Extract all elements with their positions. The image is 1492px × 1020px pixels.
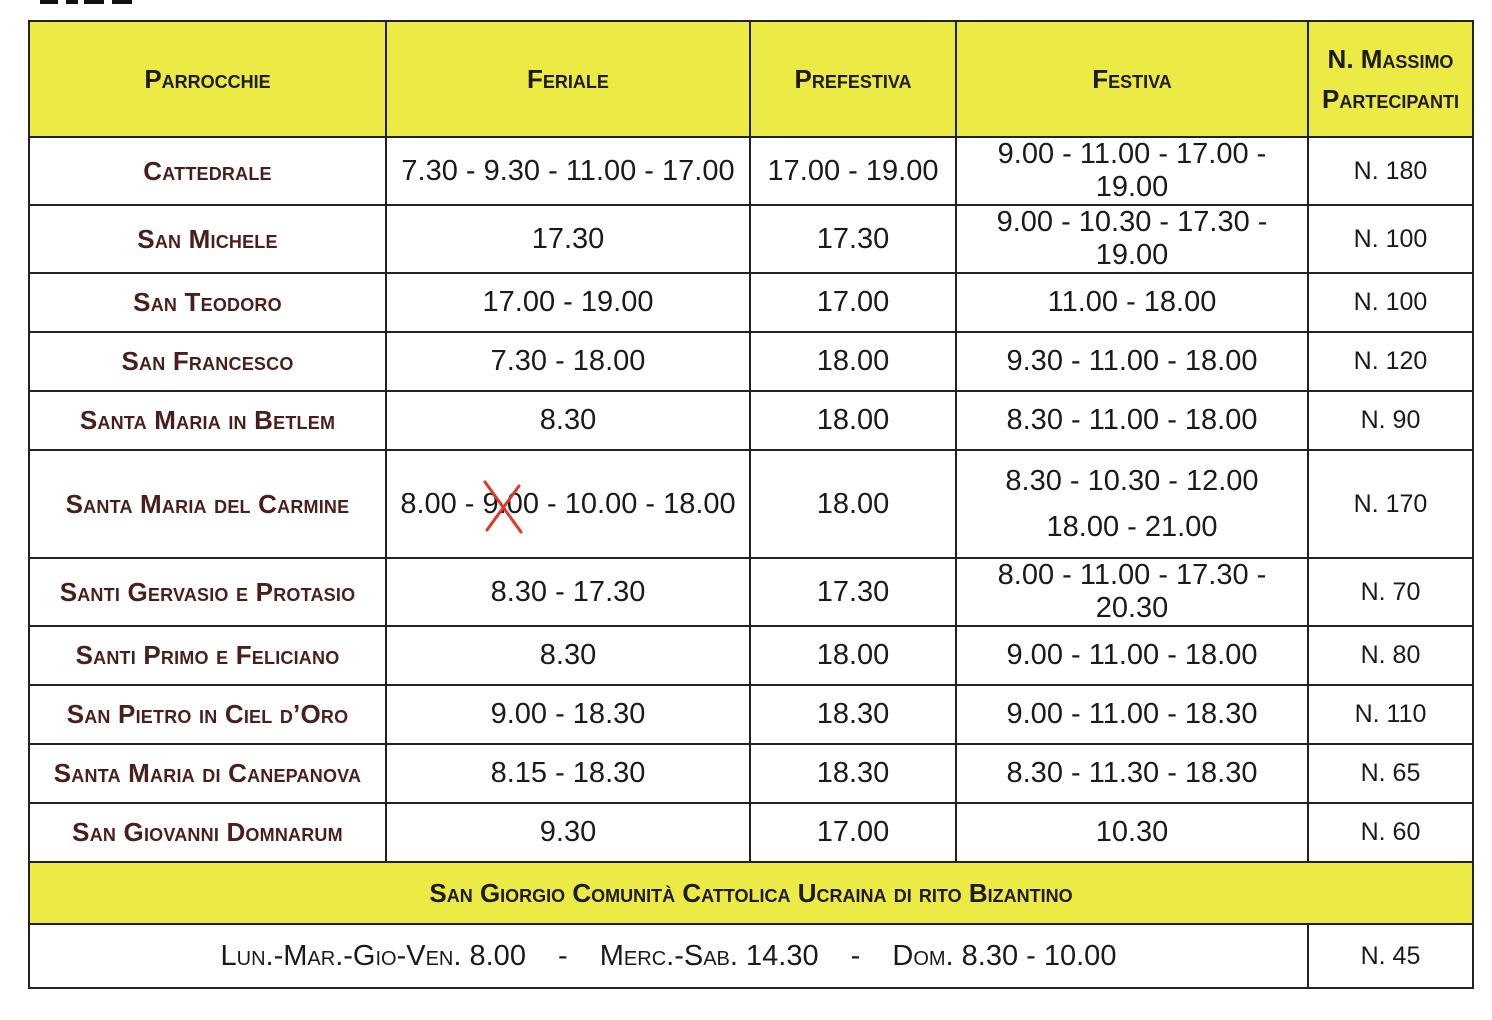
festiva-times: 9.00 - 10.30 - 17.30 - 19.00 [955,204,1309,274]
table-row: Santa Maria del Carmine 8.00 - 9.00 - 10… [28,449,1474,559]
prefestiva-times: 18.00 [749,390,957,451]
weekdays-time: 8.00 [469,939,526,972]
header-row: Parrocchie Feriale Prefestiva Festiva N.… [28,20,1474,138]
feriale-times: 8.30 [385,625,751,686]
prefestiva-times: 18.30 [749,743,957,804]
prefestiva-times: 17.30 [749,204,957,274]
mass-schedule-table: Parrocchie Feriale Prefestiva Festiva N.… [28,20,1474,989]
header-festiva: Festiva [955,20,1309,138]
sunday-time: 8.30 - 10.00 [961,939,1117,972]
table-row: San Teodoro 17.00 - 19.00 17.00 11.00 - … [28,272,1474,333]
parish-name: Santi Primo e Feliciano [28,625,387,686]
feriale-times: 17.30 [385,204,751,274]
parish-name: San Pietro in Ciel d’Oro [28,684,387,745]
festiva-line2: 18.00 - 21.00 [1046,511,1218,543]
table-row: Cattedrale 7.30 - 9.30 - 11.00 - 17.00 1… [28,136,1474,206]
table-row: San Francesco 7.30 - 18.00 18.00 9.30 - … [28,331,1474,392]
parish-name: San Teodoro [28,272,387,333]
table-row: Santa Maria di Canepanova 8.15 - 18.30 1… [28,743,1474,804]
table-row: Santi Primo e Feliciano 8.30 18.00 9.00 … [28,625,1474,686]
table-row: San Giovanni Domnarum 9.30 17.00 10.30 N… [28,802,1474,863]
feriale-times: 17.00 - 19.00 [385,272,751,333]
festiva-times: 9.00 - 11.00 - 18.30 [955,684,1309,745]
max-participants: N. 170 [1307,449,1474,559]
parish-name: Cattedrale [28,136,387,206]
feriale-times: 8.15 - 18.30 [385,743,751,804]
header-prefestiva: Prefestiva [749,20,957,138]
festiva-times: 8.30 - 11.00 - 18.00 [955,390,1309,451]
feriale-time-after: - 10.00 - 18.00 [538,487,736,520]
feriale-times: 8.00 - 9.00 - 10.00 - 18.00 [385,449,751,559]
festiva-times: 9.00 - 11.00 - 17.00 - 19.00 [955,136,1309,206]
max-participants: N. 70 [1307,557,1474,627]
festiva-times: 8.00 - 11.00 - 17.30 - 20.30 [955,557,1309,627]
struck-time: 9.00 [482,480,539,533]
footer-times: Lun.-Mar.-Gio-Ven. 8.00 - Merc.-Sab. 14.… [28,923,1309,989]
table-row: Santa Maria in Betlem 8.30 18.00 8.30 - … [28,390,1474,451]
feriale-times: 9.00 - 18.30 [385,684,751,745]
footer-row: Lun.-Mar.-Gio-Ven. 8.00 - Merc.-Sab. 14.… [28,923,1474,989]
header-max-participants: N. Massimo Partecipanti [1307,20,1474,138]
max-participants: N. 60 [1307,802,1474,863]
prefestiva-times: 18.30 [749,684,957,745]
sunday-label: Dom. [892,939,954,972]
midweek-label: Merc.-Sab. [599,939,738,972]
table-row: San Michele 17.30 17.30 9.00 - 10.30 - 1… [28,204,1474,274]
feriale-times: 8.30 [385,390,751,451]
banner-row: San Giorgio Comunità Cattolica Ucraina d… [28,861,1474,925]
max-participants: N. 90 [1307,390,1474,451]
midweek-time: 14.30 [746,939,819,972]
festiva-times: 9.00 - 11.00 - 18.00 [955,625,1309,686]
prefestiva-times: 18.00 [749,331,957,392]
header-max-line1: N. Massimo [1327,44,1454,74]
max-participants: N. 80 [1307,625,1474,686]
max-participants: N. 45 [1307,923,1474,989]
separator: - [850,939,861,972]
feriale-times: 7.30 - 18.00 [385,331,751,392]
max-participants: N. 120 [1307,331,1474,392]
feriale-time-before: 8.00 - [400,487,483,520]
parish-name: San Francesco [28,331,387,392]
separator: - [558,939,568,972]
parish-name: Santi Gervasio e Protasio [28,557,387,627]
prefestiva-times: 18.00 [749,625,957,686]
banner-title: San Giorgio Comunità Cattolica Ucraina d… [28,861,1474,925]
header-feriale: Feriale [385,20,751,138]
prefestiva-times: 17.00 - 19.00 [749,136,957,206]
parish-name: Santa Maria di Canepanova [28,743,387,804]
festiva-times: 11.00 - 18.00 [955,272,1309,333]
festiva-times: 10.30 [955,802,1309,863]
prefestiva-times: 18.00 [749,449,957,559]
max-participants: N. 110 [1307,684,1474,745]
max-participants: N. 100 [1307,204,1474,274]
parish-name: San Giovanni Domnarum [28,802,387,863]
prefestiva-times: 17.00 [749,272,957,333]
table-row: San Pietro in Ciel d’Oro 9.00 - 18.30 18… [28,684,1474,745]
header-parrocchie: Parrocchie [28,20,387,138]
prefestiva-times: 17.30 [749,557,957,627]
feriale-times: 7.30 - 9.30 - 11.00 - 17.00 [385,136,751,206]
festiva-line1: 8.30 - 10.30 - 12.00 [1005,465,1259,497]
header-max-line2: Partecipanti [1321,84,1459,114]
max-participants: N. 180 [1307,136,1474,206]
corner-mark [40,0,132,6]
feriale-times: 8.30 - 17.30 [385,557,751,627]
parish-name: Santa Maria del Carmine [28,449,387,559]
prefestiva-times: 17.00 [749,802,957,863]
parish-name: Santa Maria in Betlem [28,390,387,451]
struck-time-text: 9.00 [482,487,539,520]
max-participants: N. 65 [1307,743,1474,804]
max-participants: N. 100 [1307,272,1474,333]
parish-name: San Michele [28,204,387,274]
table-row: Santi Gervasio e Protasio 8.30 - 17.30 1… [28,557,1474,627]
festiva-times: 8.30 - 10.30 - 12.00 18.00 - 21.00 [955,449,1309,559]
festiva-times: 9.30 - 11.00 - 18.00 [955,331,1309,392]
weekdays-label: Lun.-Mar.-Gio-Ven. [220,939,462,972]
feriale-times: 9.30 [385,802,751,863]
festiva-times: 8.30 - 11.30 - 18.30 [955,743,1309,804]
